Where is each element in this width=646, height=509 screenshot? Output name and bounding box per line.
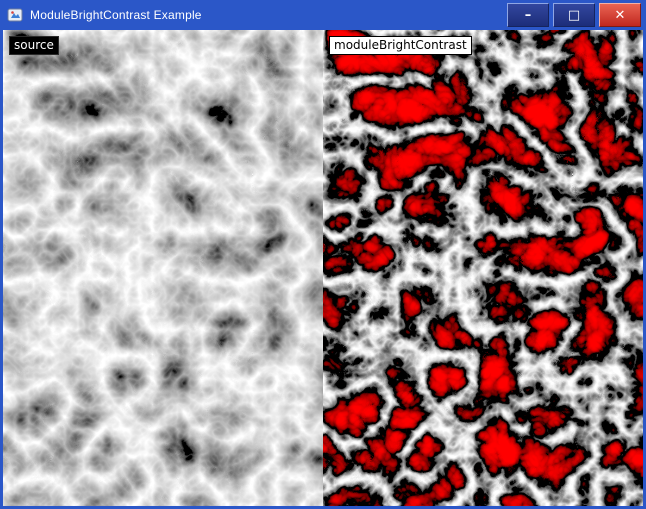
minimize-icon: – [525, 9, 532, 22]
minimize-button[interactable]: – [507, 3, 549, 27]
app-window: ModuleBrightContrast Example – □ ✕ [0, 0, 646, 509]
result-image-label: moduleBrightContrast [329, 36, 472, 55]
titlebar[interactable]: ModuleBrightContrast Example – □ ✕ [0, 0, 646, 30]
close-icon: ✕ [615, 9, 626, 22]
maximize-button[interactable]: □ [553, 3, 595, 27]
app-icon [7, 7, 23, 23]
image-area: source moduleBrigh [3, 30, 643, 506]
source-image-label: source [9, 36, 59, 55]
maximize-icon: □ [568, 9, 580, 22]
result-panel: moduleBrightContrast [323, 30, 643, 506]
window-controls: – □ ✕ [507, 3, 641, 27]
source-image [3, 30, 323, 506]
source-panel: source [3, 30, 323, 506]
brightcontrast-image [323, 30, 643, 506]
close-button[interactable]: ✕ [599, 3, 641, 27]
window-title: ModuleBrightContrast Example [30, 8, 202, 22]
